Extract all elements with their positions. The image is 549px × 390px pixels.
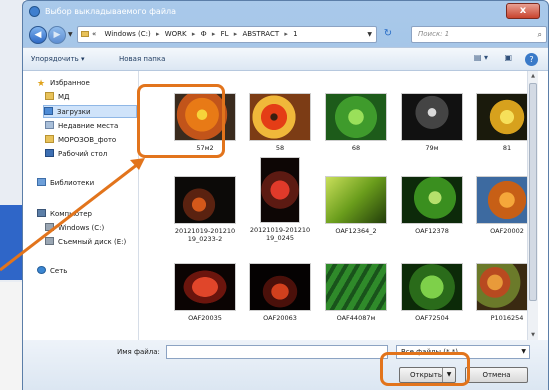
file-name: OAF20035	[188, 314, 222, 322]
file-tile[interactable]: OAF12364_2	[320, 176, 392, 235]
file-tile[interactable]: OAF12378	[396, 176, 468, 235]
file-thumbnail	[260, 157, 300, 223]
sidebar-item-network[interactable]: Сеть	[37, 265, 151, 278]
recent-locations-dropdown[interactable]: ▼	[68, 31, 73, 38]
scrollbar-thumb[interactable]	[529, 83, 537, 301]
file-open-dialog: Выбор выкладываемого файла x ◀ ▶ ▼ « Win…	[22, 0, 549, 390]
breadcrumb-more[interactable]: «	[92, 30, 96, 38]
folder-icon	[81, 31, 89, 37]
file-name: OAF12364_2	[335, 227, 377, 235]
toolbar: Упорядочить ▾ Новая папка ▤ ▾ ▣ ?	[23, 47, 548, 71]
file-name: 68	[351, 144, 361, 152]
back-button[interactable]: ◀	[29, 26, 47, 44]
file-thumbnail	[249, 263, 311, 311]
file-thumbnail	[401, 176, 463, 224]
view-options-icon[interactable]: ▤ ▾	[474, 53, 488, 66]
file-tile[interactable]: 20121019-201210 19_0245	[244, 157, 316, 242]
breadcrumb-f[interactable]: Ф	[201, 30, 207, 38]
breadcrumb-work[interactable]: WORK	[165, 30, 187, 38]
help-icon[interactable]: ?	[525, 53, 538, 66]
file-thumbnail	[401, 93, 463, 141]
content-area: ★ Избранное МД Загрузки Недавние места МО…	[23, 71, 548, 340]
file-tile[interactable]: OAF72504	[396, 263, 468, 322]
scroll-down-icon[interactable]: ▼	[528, 330, 538, 340]
highlight-open-button	[380, 352, 470, 386]
file-tile[interactable]: OAF44087м	[320, 263, 392, 322]
file-tile[interactable]: 58	[244, 93, 316, 152]
file-name: 20121019-201210 19_0233-2	[174, 227, 236, 243]
filename-input[interactable]	[166, 345, 388, 359]
close-button[interactable]: x	[506, 3, 540, 19]
file-name: OAF72504	[415, 314, 449, 322]
network-icon	[37, 266, 46, 274]
file-name: OAF44087м	[336, 314, 376, 322]
file-thumbnail	[174, 176, 236, 224]
preview-pane-icon[interactable]: ▣	[504, 53, 512, 66]
scroll-up-icon[interactable]: ▲	[528, 71, 538, 81]
file-tile[interactable]: 68	[320, 93, 392, 152]
app-icon	[29, 6, 40, 17]
recent-places-icon	[45, 121, 54, 129]
star-icon: ★	[37, 79, 46, 89]
file-thumbnail	[249, 93, 311, 141]
new-folder-button[interactable]: Новая папка	[119, 55, 165, 63]
background-bottom	[0, 282, 24, 390]
chevron-down-icon: ▼	[521, 348, 526, 355]
forward-button[interactable]: ▶	[48, 26, 66, 44]
breadcrumb-fl[interactable]: FL	[221, 30, 229, 38]
file-thumbnail	[325, 93, 387, 141]
search-placeholder: Поиск: 1	[418, 30, 450, 38]
breadcrumb-windows-c[interactable]: Windows (C:)	[105, 30, 151, 38]
address-bar[interactable]: « Windows (C:) ▸ WORK ▸ Ф ▸ FL ▸ ABSTRAC…	[77, 26, 377, 43]
sidebar-item-downloads[interactable]: Загрузки	[43, 105, 137, 118]
file-thumbnail	[325, 176, 387, 224]
folder-icon	[45, 92, 54, 100]
highlight-selected-file	[137, 84, 225, 158]
drive-icon	[45, 237, 54, 245]
chevron-down-icon[interactable]: ▼	[367, 27, 372, 42]
address-row: ◀ ▶ ▼ « Windows (C:) ▸ WORK ▸ Ф ▸ FL ▸ A…	[23, 23, 548, 47]
file-name: OAF12378	[415, 227, 449, 235]
drive-icon	[45, 223, 54, 231]
navigation-pane: ★ Избранное МД Загрузки Недавние места МО…	[23, 71, 139, 340]
filename-label: Имя файла:	[117, 348, 160, 356]
background-blue-strip	[0, 205, 24, 280]
file-thumbnail	[401, 263, 463, 311]
organize-button[interactable]: Упорядочить ▾	[31, 55, 85, 63]
file-name: 79м	[425, 144, 439, 152]
libraries-icon	[37, 178, 46, 186]
refresh-icon[interactable]: ↻	[379, 26, 397, 43]
file-name: 58	[275, 144, 285, 152]
downloads-icon	[44, 107, 53, 115]
folder-icon	[45, 135, 54, 143]
file-tile[interactable]: OAF20063	[244, 263, 316, 322]
desktop-icon	[45, 149, 54, 157]
sidebar-item-computer[interactable]: Компьютер	[37, 208, 151, 221]
file-thumbnail	[325, 263, 387, 311]
breadcrumb-1[interactable]: 1	[293, 30, 297, 38]
window-title: Выбор выкладываемого файла	[45, 7, 177, 16]
search-icon[interactable]: ⌕	[538, 27, 542, 42]
file-tile[interactable]: OAF20035	[169, 263, 241, 322]
file-name: 20121019-201210 19_0245	[249, 226, 311, 242]
file-thumbnail	[174, 263, 236, 311]
file-name: OAF20063	[263, 314, 297, 322]
sidebar-item-favorites[interactable]: ★ Избранное	[37, 77, 151, 90]
file-tile[interactable]: 20121019-201210 19_0233-2	[169, 176, 241, 243]
title-bar: Выбор выкладываемого файла x	[23, 1, 548, 23]
search-input[interactable]: Поиск: 1 ⌕	[411, 26, 547, 43]
vertical-scrollbar[interactable]: ▲ ▼	[527, 71, 538, 340]
breadcrumb-abstract[interactable]: ABSTRACT	[243, 30, 280, 38]
sidebar-item-libraries[interactable]: Библиотеки	[37, 177, 151, 190]
cancel-button[interactable]: Отмена	[465, 367, 528, 383]
computer-icon	[37, 209, 46, 217]
file-tile[interactable]: 79м	[396, 93, 468, 152]
